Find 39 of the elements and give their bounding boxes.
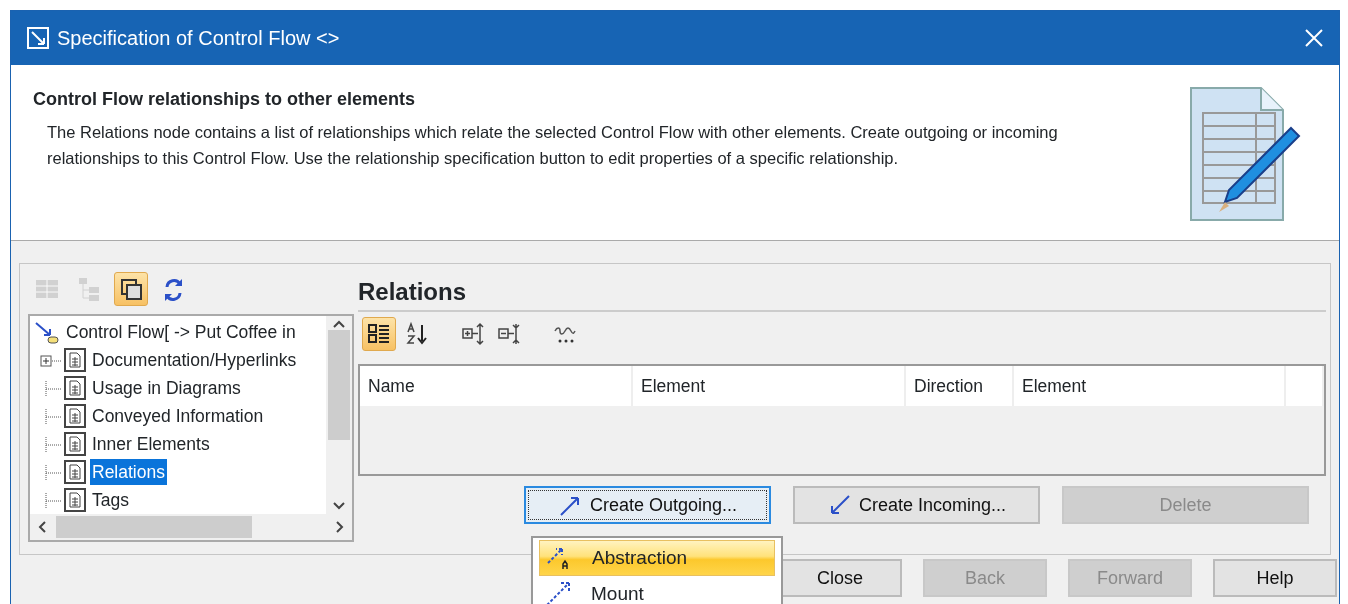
scroll-left-icon[interactable]: [38, 521, 46, 533]
scroll-thumb[interactable]: [328, 330, 350, 440]
document-icon: [64, 348, 86, 372]
column-header[interactable]: Element: [1014, 366, 1286, 406]
dashed-arrow-icon: [545, 581, 573, 604]
vertical-scrollbar[interactable]: [326, 316, 352, 514]
action-button[interactable]: Create Incoming...: [793, 486, 1040, 524]
document-icon: [64, 488, 86, 512]
horizontal-scrollbar[interactable]: [30, 514, 352, 540]
close-icon[interactable]: [1305, 29, 1323, 47]
header-heading: Control Flow relationships to other elements: [33, 89, 417, 111]
scroll-thumb[interactable]: [56, 516, 252, 538]
tree-item[interactable]: Control Flow[ -> Put Coffee in: [64, 318, 298, 346]
document-icon: [64, 376, 86, 400]
menu-item[interactable]: Mount: [539, 576, 775, 604]
action-button[interactable]: Create Outgoing...: [524, 486, 771, 524]
diagram-icon: [27, 27, 49, 49]
tree-item[interactable]: Documentation/Hyperlinks: [90, 346, 299, 374]
document-icon: [64, 404, 86, 428]
tree-item[interactable]: Usage in Diagrams: [90, 374, 243, 402]
tree-item[interactable]: Tags: [90, 486, 131, 514]
window-title: Specification of Control Flow <>: [57, 26, 340, 51]
tree-item[interactable]: Conveyed Information: [90, 402, 266, 430]
grid-list-icon[interactable]: [362, 317, 396, 351]
column-header[interactable]: Direction: [906, 366, 1014, 406]
menu-item[interactable]: Abstraction: [539, 540, 775, 576]
scroll-right-icon[interactable]: [336, 521, 344, 533]
column-header[interactable]: Element: [633, 366, 906, 406]
copy-icon[interactable]: [114, 272, 148, 306]
tree-item[interactable]: Inner Elements: [90, 430, 212, 458]
header-description: The Relations node contains a list of relationships which relate the selected Control Flow with other elements. Create outgoing or incoming relationships to this Control Flow. Use the relationship specification button to edit properties of a specific relationship.: [46, 121, 1059, 169]
document-icon: [64, 432, 86, 456]
scroll-down-icon[interactable]: [333, 502, 345, 510]
scroll-up-icon[interactable]: [333, 320, 345, 328]
panel-title: Relations: [358, 277, 468, 307]
document-icon: [64, 460, 86, 484]
column-header[interactable]: Name: [360, 366, 633, 406]
dialog-button[interactable]: Help: [1213, 559, 1337, 597]
tree-item[interactable]: Relations: [90, 458, 167, 486]
